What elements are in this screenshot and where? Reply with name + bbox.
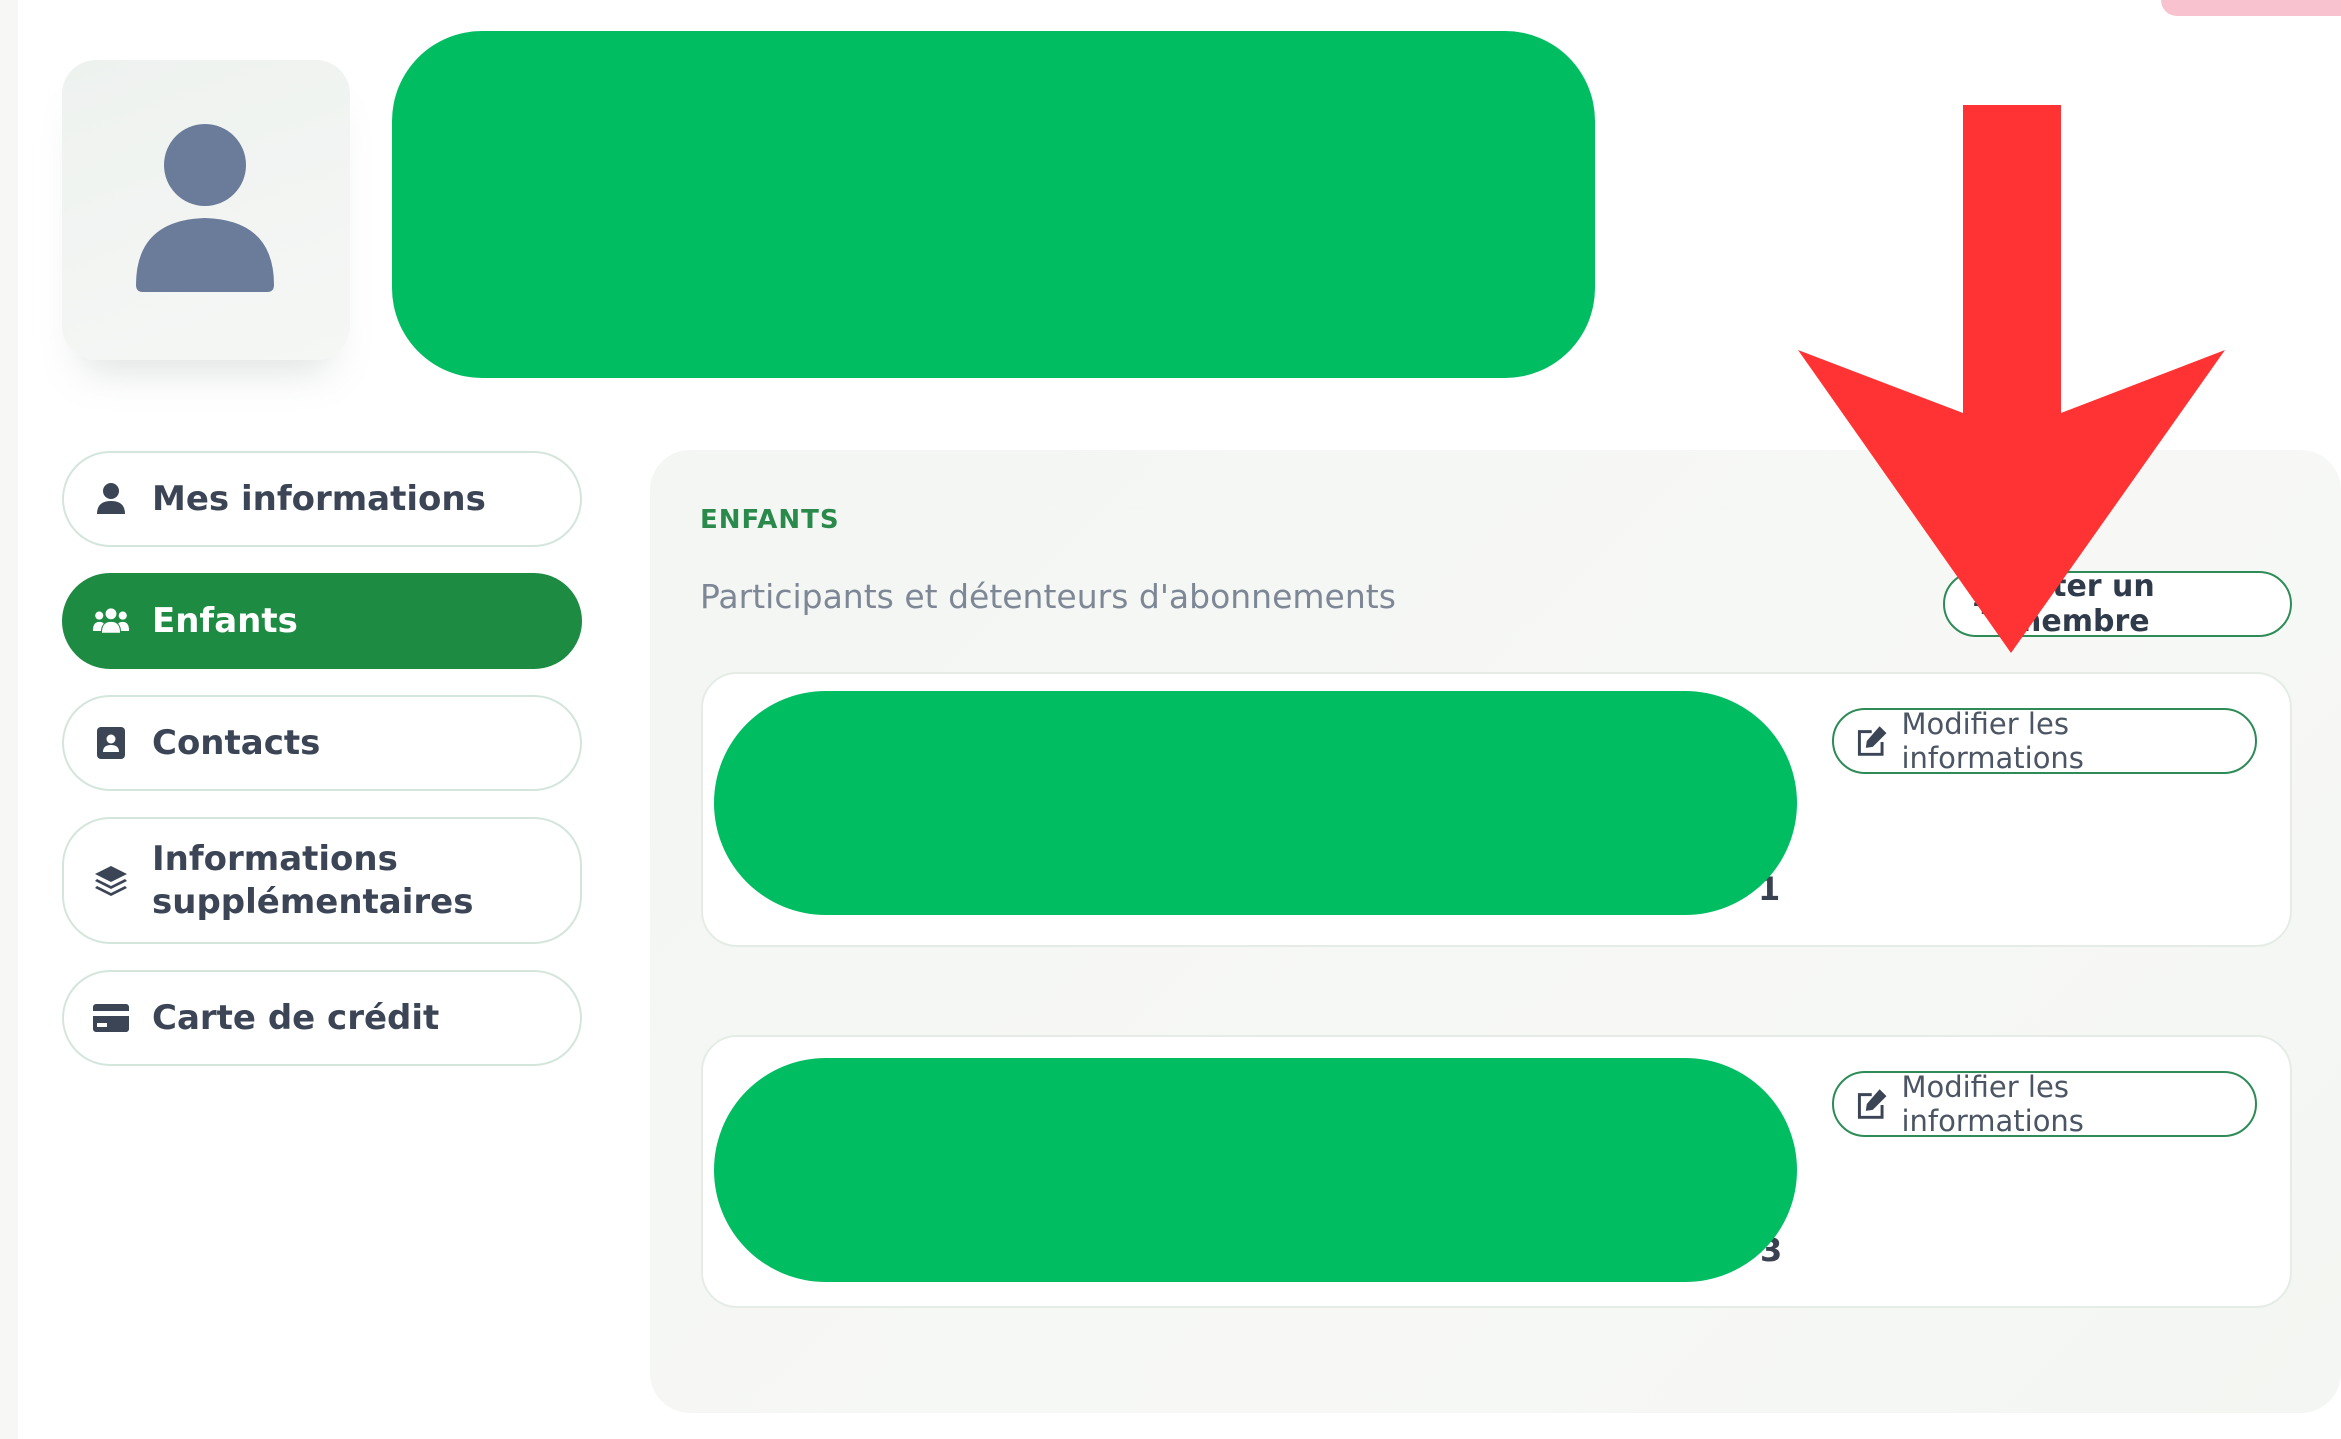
layers-icon bbox=[92, 862, 130, 900]
sidebar-item-label-group: Informations supplémentaires bbox=[152, 838, 473, 924]
edit-child-label: Modifier les informations bbox=[1901, 1070, 2084, 1138]
sidebar-item-label-line2: supplémentaires bbox=[152, 881, 474, 922]
sidebar-item-informations-supplementaires[interactable]: Informations supplémentaires bbox=[62, 817, 582, 944]
edit-child-label: Modifier les informations bbox=[1901, 707, 2084, 775]
sidebar-item-label: Carte de crédit bbox=[152, 998, 440, 1038]
sidebar-item-contacts[interactable]: Contacts bbox=[62, 695, 582, 791]
sidebar-item-label: Contacts bbox=[152, 723, 321, 763]
sidebar-item-label: Mes informations bbox=[152, 479, 486, 519]
sidebar-item-carte-de-credit[interactable]: Carte de crédit bbox=[62, 970, 582, 1066]
redacted-child-info bbox=[714, 691, 1797, 915]
add-member-button[interactable]: + outer un membre bbox=[1943, 569, 2292, 639]
sidebar-item-label-line1: Informations bbox=[152, 838, 398, 879]
section-title: ENFANTS bbox=[700, 505, 840, 535]
credit-card-icon bbox=[92, 999, 130, 1037]
add-member-label: outer un membre bbox=[2010, 569, 2155, 639]
edit-child-button[interactable]: Modifier les informations bbox=[1832, 707, 2257, 775]
sidebar-item-mes-informations[interactable]: Mes informations bbox=[62, 451, 582, 547]
redacted-child-info bbox=[714, 1058, 1797, 1282]
plus-icon: + bbox=[1971, 586, 1997, 622]
user-avatar-icon bbox=[136, 124, 274, 292]
avatar bbox=[62, 60, 350, 360]
edit-icon bbox=[1857, 1089, 1887, 1119]
address-book-icon bbox=[92, 724, 130, 762]
redacted-profile-name bbox=[392, 31, 1595, 378]
user-icon bbox=[92, 480, 130, 518]
decorative-corner bbox=[2161, 0, 2341, 16]
edit-child-button[interactable]: Modifier les informations bbox=[1832, 1070, 2257, 1138]
sidebar-item-enfants[interactable]: Enfants bbox=[62, 573, 582, 669]
sidebar-item-label: Enfants bbox=[152, 601, 298, 641]
edit-icon bbox=[1857, 726, 1887, 756]
section-subtitle: Participants et détenteurs d'abonnements bbox=[700, 577, 1396, 616]
users-icon bbox=[92, 602, 130, 640]
